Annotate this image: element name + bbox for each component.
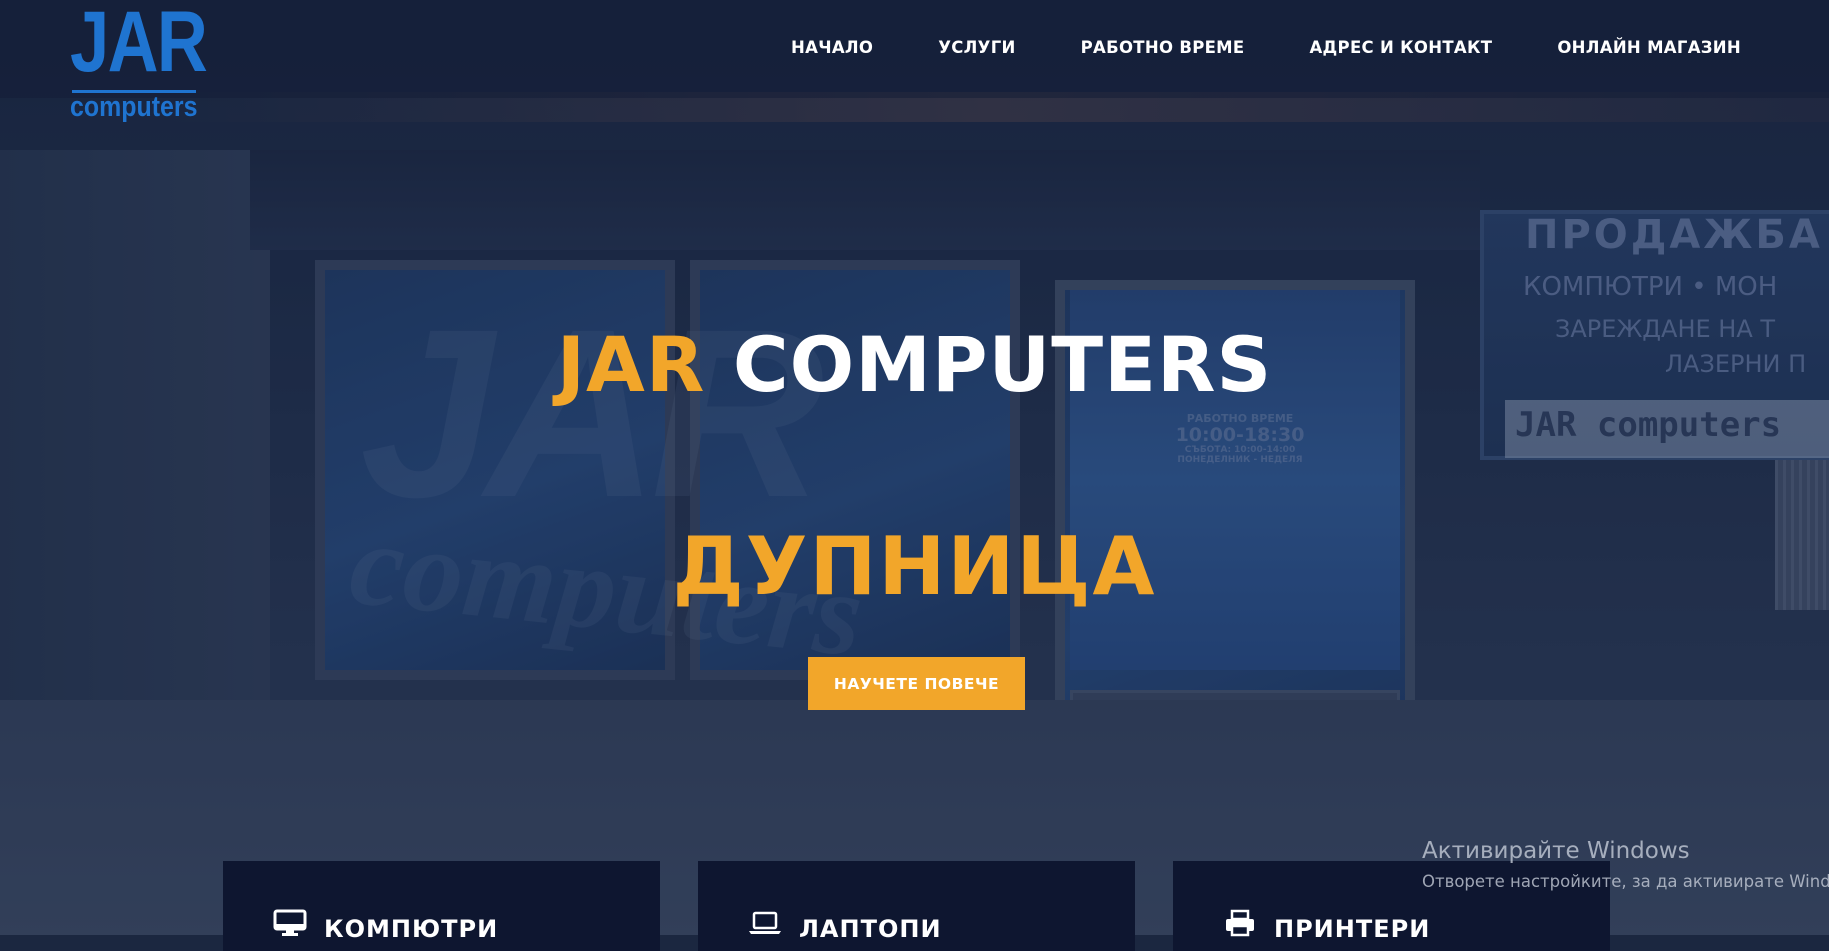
hero-dark-overlay: [0, 0, 1829, 935]
nav-item-services[interactable]: УСЛУГИ: [938, 38, 1015, 57]
hero-title-main: COMPUTERS: [732, 320, 1273, 409]
nav-item-home[interactable]: НАЧАЛО: [791, 38, 873, 57]
service-card-laptops[interactable]: ЛАПТОПИ: [698, 861, 1135, 951]
main-navigation: НАЧАЛО УСЛУГИ РАБОТНО ВРЕМЕ АДРЕС И КОНТ…: [791, 38, 1741, 57]
monitor-icon: [273, 909, 307, 936]
watermark-title: Активирайте Windows: [1422, 838, 1690, 864]
nav-item-online-shop[interactable]: ОНЛАЙН МАГАЗИН: [1557, 38, 1741, 57]
site-header: JAR computers НАЧАЛО УСЛУГИ РАБОТНО ВРЕМ…: [0, 0, 1829, 123]
nav-item-address-contact[interactable]: АДРЕС И КОНТАКТ: [1309, 38, 1492, 57]
windows-activation-watermark: Активирайте Windows Отворете настройките…: [1422, 838, 1829, 891]
site-logo[interactable]: JAR computers: [68, 0, 208, 125]
hero-background-photo: JAR computers РАБОТНО ВРЕМЕ 10:00-18:30 …: [0, 0, 1829, 935]
service-card-label: ЛАПТОПИ: [799, 915, 942, 943]
logo-subtitle: computers: [70, 91, 198, 123]
watermark-subtitle: Отворете настройките, за да активирате W…: [1422, 872, 1829, 891]
logo-wordmark: JAR: [70, 0, 208, 90]
printer-icon: [1226, 909, 1254, 937]
laptop-icon: [749, 911, 781, 934]
nav-item-working-hours[interactable]: РАБОТНО ВРЕМЕ: [1081, 38, 1245, 57]
hero-title: JAR COMPUTERS: [0, 320, 1829, 409]
service-card-label: ПРИНТЕРИ: [1274, 915, 1431, 943]
service-card-label: КОМПЮТРИ: [324, 915, 499, 943]
hero-title-accent: JAR: [556, 320, 706, 409]
learn-more-button[interactable]: НАУЧЕТЕ ПОВЕЧЕ: [808, 657, 1025, 710]
hero-city: ДУПНИЦА: [672, 520, 1157, 613]
service-card-computers[interactable]: КОМПЮТРИ: [223, 861, 660, 951]
